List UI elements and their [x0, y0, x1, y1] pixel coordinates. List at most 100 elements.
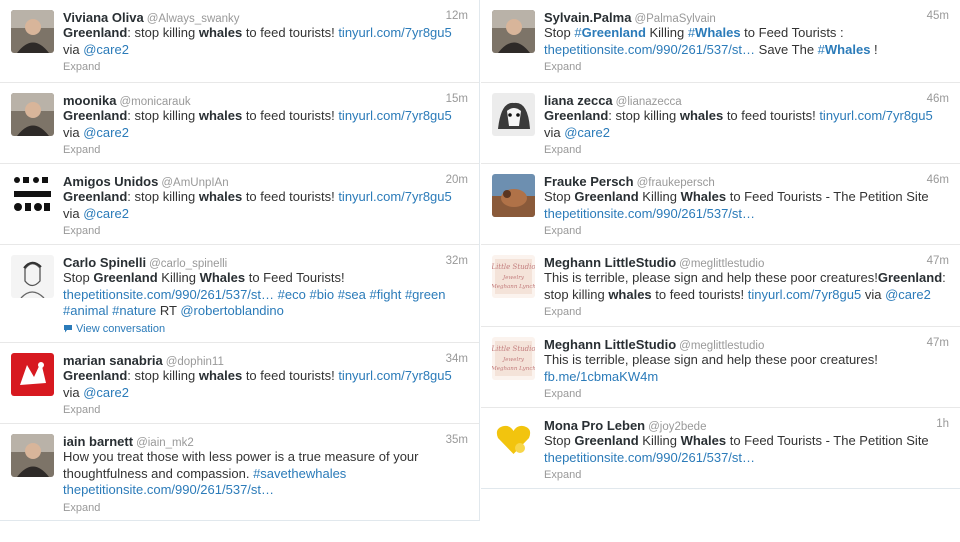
mention-link[interactable]: @care2 — [83, 206, 129, 221]
user-handle[interactable]: @meglittlestudio — [679, 258, 764, 270]
url-link[interactable]: Whales — [695, 25, 741, 40]
avatar[interactable] — [11, 10, 54, 53]
hashtag-link[interactable]: #green — [405, 287, 445, 302]
url-link[interactable]: thepetitionsite.com/990/261/537/st… — [544, 206, 755, 221]
user-handle[interactable]: @fraukepersch — [637, 177, 715, 189]
user-name[interactable]: Sylvain.Palma — [544, 10, 631, 25]
tweet-time[interactable]: 32m — [446, 255, 468, 267]
tweet-item[interactable]: Frauke Persch @fraukepersch 46m Stop Greenl… — [481, 163, 960, 244]
user-handle[interactable]: @meglittlestudio — [679, 340, 764, 352]
tweet-item[interactable]: Sylvain.Palma @PalmaSylvain 45m Stop #Green… — [481, 0, 960, 82]
hashtag-link[interactable]: #sea — [338, 287, 366, 302]
url-link[interactable]: Greenland — [582, 25, 646, 40]
mention-link[interactable]: @robertoblandino — [180, 303, 284, 318]
user-handle[interactable]: @PalmaSylvain — [634, 13, 715, 25]
avatar[interactable] — [492, 10, 535, 53]
user-name[interactable]: Meghann LittleStudio — [544, 255, 676, 270]
avatar[interactable]: Little Studio Jewelry Meghann Lynch — [492, 255, 535, 298]
tweet-item[interactable]: Viviana Oliva @Always_swanky 12m Greenland:… — [0, 0, 479, 82]
user-name[interactable]: iain barnett — [63, 434, 133, 449]
avatar[interactable] — [11, 255, 54, 298]
tweet-item[interactable]: Carlo Spinelli @carlo_spinelli 32m Stop Gre… — [0, 244, 479, 342]
tweet-time[interactable]: 34m — [446, 353, 468, 365]
hashtag-link[interactable]: # — [574, 25, 581, 40]
hashtag-link[interactable]: #nature — [112, 303, 156, 318]
expand-link[interactable]: Expand — [544, 304, 949, 321]
hashtag-link[interactable]: #savethewhales — [253, 466, 346, 481]
hashtag-link[interactable]: # — [818, 42, 825, 57]
tweet-time[interactable]: 45m — [927, 10, 949, 22]
url-link[interactable]: Whales — [825, 42, 871, 57]
expand-link[interactable]: Expand — [63, 402, 468, 419]
avatar[interactable] — [11, 93, 54, 136]
user-name[interactable]: Meghann LittleStudio — [544, 337, 676, 352]
mention-link[interactable]: @care2 — [83, 385, 129, 400]
url-link[interactable]: tinyurl.com/7yr8gu5 — [338, 189, 451, 204]
user-name[interactable]: marian sanabria — [63, 353, 163, 368]
mention-link[interactable]: @care2 — [83, 125, 129, 140]
tweet-time[interactable]: 46m — [927, 93, 949, 105]
url-link[interactable]: thepetitionsite.com/990/261/537/st… — [63, 287, 274, 302]
user-handle[interactable]: @joy2bede — [648, 421, 706, 433]
expand-link[interactable]: Expand — [63, 59, 468, 76]
hashtag-link[interactable]: #eco — [278, 287, 306, 302]
tweet-time[interactable]: 1h — [936, 418, 949, 430]
view-conversation-link[interactable]: View conversation — [63, 321, 468, 338]
user-name[interactable]: Carlo Spinelli — [63, 255, 146, 270]
avatar[interactable] — [492, 93, 535, 136]
url-link[interactable]: thepetitionsite.com/990/261/537/st… — [544, 450, 755, 465]
hashtag-link[interactable]: #bio — [309, 287, 334, 302]
mention-link[interactable]: @care2 — [83, 42, 129, 57]
url-link[interactable]: thepetitionsite.com/990/261/537/st… — [544, 42, 755, 57]
expand-link[interactable]: Expand — [544, 59, 949, 76]
user-handle[interactable]: @iain_mk2 — [136, 437, 194, 449]
tweet-time[interactable]: 47m — [927, 255, 949, 267]
user-handle[interactable]: @AmUnpIAn — [161, 177, 228, 189]
avatar[interactable] — [492, 418, 535, 461]
url-link[interactable]: tinyurl.com/7yr8gu5 — [819, 108, 932, 123]
expand-link[interactable]: Expand — [63, 223, 468, 240]
expand-link[interactable]: Expand — [544, 223, 949, 240]
user-name[interactable]: Mona Pro Leben — [544, 418, 645, 433]
tweet-time[interactable]: 20m — [446, 174, 468, 186]
user-name[interactable]: liana zecca — [544, 93, 613, 108]
user-handle[interactable]: @lianazecca — [616, 96, 682, 108]
tweet-item[interactable]: moonika @monicarauk 15m Greenland: stop kil… — [0, 82, 479, 163]
user-handle[interactable]: @monicarauk — [119, 96, 190, 108]
tweet-time[interactable]: 46m — [927, 174, 949, 186]
hashtag-link[interactable]: # — [688, 25, 695, 40]
avatar[interactable]: Little Studio Jewelry Meghann Lynch — [492, 337, 535, 380]
url-link[interactable]: tinyurl.com/7yr8gu5 — [338, 368, 451, 383]
user-name[interactable]: Viviana Oliva — [63, 10, 144, 25]
tweet-item[interactable]: iain barnett @iain_mk2 35m How you treat th… — [0, 423, 479, 521]
user-name[interactable]: Frauke Persch — [544, 174, 634, 189]
tweet-item[interactable]: Little Studio Jewelry Meghann Lynch Meghann… — [481, 326, 960, 407]
user-name[interactable]: moonika — [63, 93, 116, 108]
tweet-time[interactable]: 35m — [446, 434, 468, 446]
user-handle[interactable]: @carlo_spinelli — [149, 258, 227, 270]
expand-link[interactable]: Expand — [544, 467, 949, 484]
tweet-time[interactable]: 15m — [446, 93, 468, 105]
url-link[interactable]: fb.me/1cbmaKW4m — [544, 369, 658, 384]
tweet-item[interactable]: liana zecca @lianazecca 46m Greenland: stop… — [481, 82, 960, 163]
expand-link[interactable]: Expand — [63, 142, 468, 159]
tweet-item[interactable]: Amigos Unidos @AmUnpIAn 20m Greenland: stop… — [0, 163, 479, 244]
user-handle[interactable]: @dophin11 — [166, 356, 224, 368]
expand-link[interactable]: Expand — [63, 500, 468, 517]
url-link[interactable]: tinyurl.com/7yr8gu5 — [748, 287, 861, 302]
user-handle[interactable]: @Always_swanky — [147, 13, 240, 25]
url-link[interactable]: tinyurl.com/7yr8gu5 — [338, 25, 451, 40]
user-name[interactable]: Amigos Unidos — [63, 174, 158, 189]
avatar[interactable] — [492, 174, 535, 217]
mention-link[interactable]: @care2 — [564, 125, 610, 140]
tweet-time[interactable]: 47m — [927, 337, 949, 349]
hashtag-link[interactable]: #animal — [63, 303, 109, 318]
hashtag-link[interactable]: #fight — [370, 287, 402, 302]
tweet-item[interactable]: marian sanabria @dophin11 34m Greenland: st… — [0, 342, 479, 423]
avatar[interactable] — [11, 353, 54, 396]
tweet-item[interactable]: Little Studio Jewelry Meghann Lynch Meghann… — [481, 244, 960, 326]
expand-link[interactable]: Expand — [544, 142, 949, 159]
url-link[interactable]: tinyurl.com/7yr8gu5 — [338, 108, 451, 123]
expand-link[interactable]: Expand — [544, 386, 949, 403]
avatar[interactable] — [11, 434, 54, 477]
